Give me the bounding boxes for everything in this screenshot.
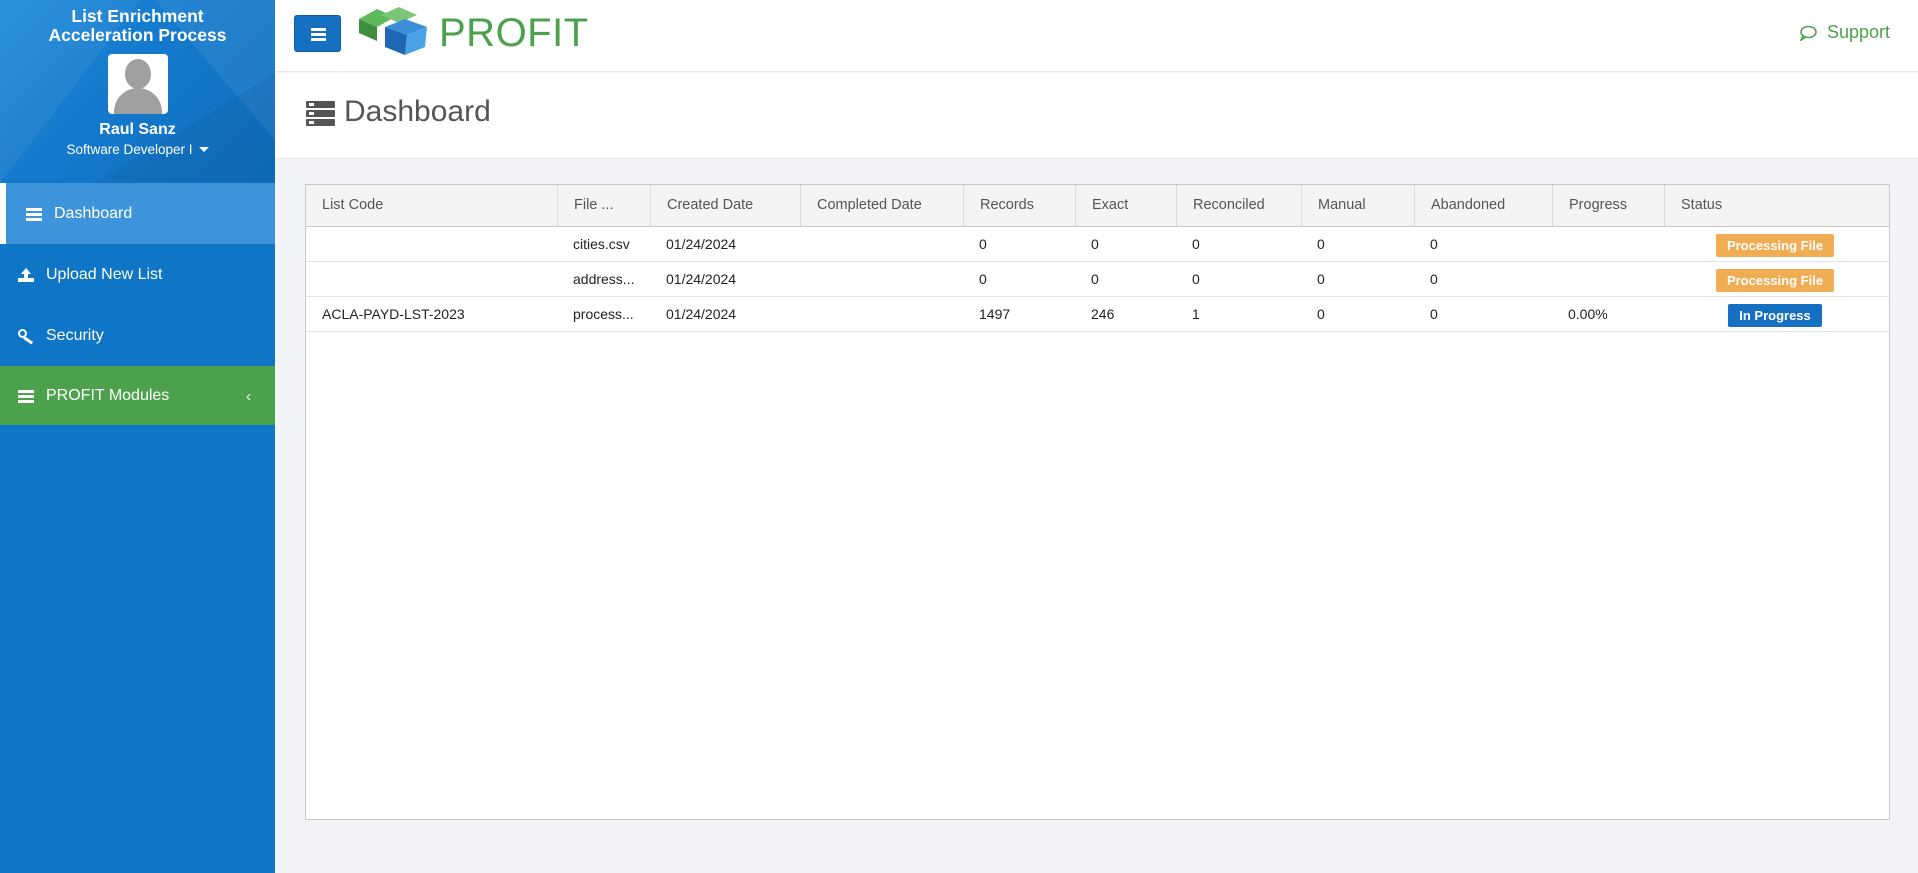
cell-created-date: 01/24/2024 <box>666 236 737 252</box>
sidebar-item-label: Dashboard <box>54 204 133 222</box>
list-icon <box>18 389 34 403</box>
sidebar: List Enrichment Acceleration Process Rau… <box>0 0 275 873</box>
cell-list-code <box>306 227 557 262</box>
avatar <box>107 54 168 114</box>
cell-file: address... <box>573 271 635 287</box>
table-row[interactable]: address... 01/24/2024 0 0 0 0 0 Processi… <box>306 262 1889 297</box>
user-role-dropdown[interactable]: Software Developer I <box>66 142 209 157</box>
cell-records: 0 <box>979 236 987 252</box>
status-badge[interactable]: Processing File <box>1716 234 1834 257</box>
sidebar-item-profit-modules[interactable]: PROFIT Modules ‹ <box>0 366 275 425</box>
column-header-abandoned[interactable]: Abandoned <box>1414 185 1552 226</box>
chevron-left-icon: ‹ <box>246 388 251 405</box>
cell-abandoned: 0 <box>1430 271 1438 287</box>
column-header-progress[interactable]: Progress <box>1552 185 1664 226</box>
cell-reconciled: 0 <box>1192 236 1200 252</box>
column-header-list-code[interactable]: List Code <box>306 185 557 226</box>
cell-abandoned: 0 <box>1430 306 1438 322</box>
cell-created-date: 01/24/2024 <box>666 306 737 322</box>
cell-manual: 0 <box>1317 271 1325 287</box>
app-title-line2: Acceleration Process <box>48 25 227 45</box>
support-label: Support <box>1826 22 1890 42</box>
page-title: Dashboard <box>344 95 491 128</box>
sidebar-item-security[interactable]: Security <box>0 305 275 366</box>
sidebar-item-label: PROFIT Modules <box>46 386 170 404</box>
column-header-created-date[interactable]: Created Date <box>650 185 800 226</box>
caret-down-icon <box>198 147 209 152</box>
cell-completed-date <box>800 297 963 332</box>
list-icon <box>26 207 42 221</box>
sidebar-item-dashboard[interactable]: Dashboard <box>0 183 275 244</box>
cell-progress <box>1552 262 1664 297</box>
menu-toggle-button[interactable] <box>294 15 341 52</box>
cell-progress: 0.00% <box>1568 306 1608 322</box>
cell-list-code: ACLA-PAYD-LST-2023 <box>322 306 465 322</box>
sidebar-item-upload-new-list[interactable]: Upload New List <box>0 244 275 305</box>
table-row[interactable]: ACLA-PAYD-LST-2023 process... 01/24/2024… <box>306 297 1889 332</box>
cell-created-date: 01/24/2024 <box>666 271 737 287</box>
chat-bubble-icon <box>1799 25 1817 41</box>
sidebar-item-label: Security <box>46 326 104 344</box>
user-role-label: Software Developer I <box>66 142 193 157</box>
lists-table: List Code File ... Created Date Complete… <box>305 184 1890 820</box>
cell-exact: 246 <box>1091 306 1115 322</box>
column-header-file[interactable]: File ... <box>557 185 650 226</box>
column-header-reconciled[interactable]: Reconciled <box>1176 185 1301 226</box>
column-header-completed-date[interactable]: Completed Date <box>800 185 963 226</box>
cell-completed-date <box>800 262 963 297</box>
cell-manual: 0 <box>1317 236 1325 252</box>
profit-logo-icon <box>359 7 427 55</box>
column-header-manual[interactable]: Manual <box>1301 185 1414 226</box>
upload-icon <box>18 267 34 282</box>
support-link[interactable]: Support <box>1799 22 1890 43</box>
table-header: List Code File ... Created Date Complete… <box>306 185 1889 227</box>
cell-exact: 0 <box>1091 271 1099 287</box>
status-badge[interactable]: Processing File <box>1716 269 1834 292</box>
cell-list-code <box>306 262 557 297</box>
cell-exact: 0 <box>1091 236 1099 252</box>
cell-file: cities.csv <box>573 236 630 252</box>
page-title-bar: Dashboard <box>275 73 1918 159</box>
top-bar: PROFIT Support <box>275 0 1918 72</box>
table-row[interactable]: cities.csv 01/24/2024 0 0 0 0 0 Processi… <box>306 227 1889 262</box>
cell-reconciled: 0 <box>1192 271 1200 287</box>
app-title: List Enrichment Acceleration Process <box>0 0 275 45</box>
sidebar-item-label: Upload New List <box>46 265 163 283</box>
cell-completed-date <box>800 227 963 262</box>
dashboard-icon <box>306 101 335 127</box>
user-name: Raul Sanz <box>99 121 176 138</box>
cell-progress <box>1552 227 1664 262</box>
cell-manual: 0 <box>1317 306 1325 322</box>
app-title-line1: List Enrichment <box>71 6 204 26</box>
hamburger-icon <box>311 28 326 31</box>
cell-file: process... <box>573 306 634 322</box>
column-header-exact[interactable]: Exact <box>1075 185 1176 226</box>
column-header-status[interactable]: Status <box>1664 185 1891 226</box>
cell-abandoned: 0 <box>1430 236 1438 252</box>
cell-records: 1497 <box>979 306 1011 322</box>
brand-name: PROFIT <box>439 11 589 55</box>
cell-records: 0 <box>979 271 987 287</box>
status-badge[interactable]: In Progress <box>1728 304 1822 327</box>
cell-reconciled: 1 <box>1192 306 1200 322</box>
column-header-records[interactable]: Records <box>963 185 1075 226</box>
key-icon <box>18 328 34 344</box>
profile-panel: List Enrichment Acceleration Process Rau… <box>0 0 275 183</box>
